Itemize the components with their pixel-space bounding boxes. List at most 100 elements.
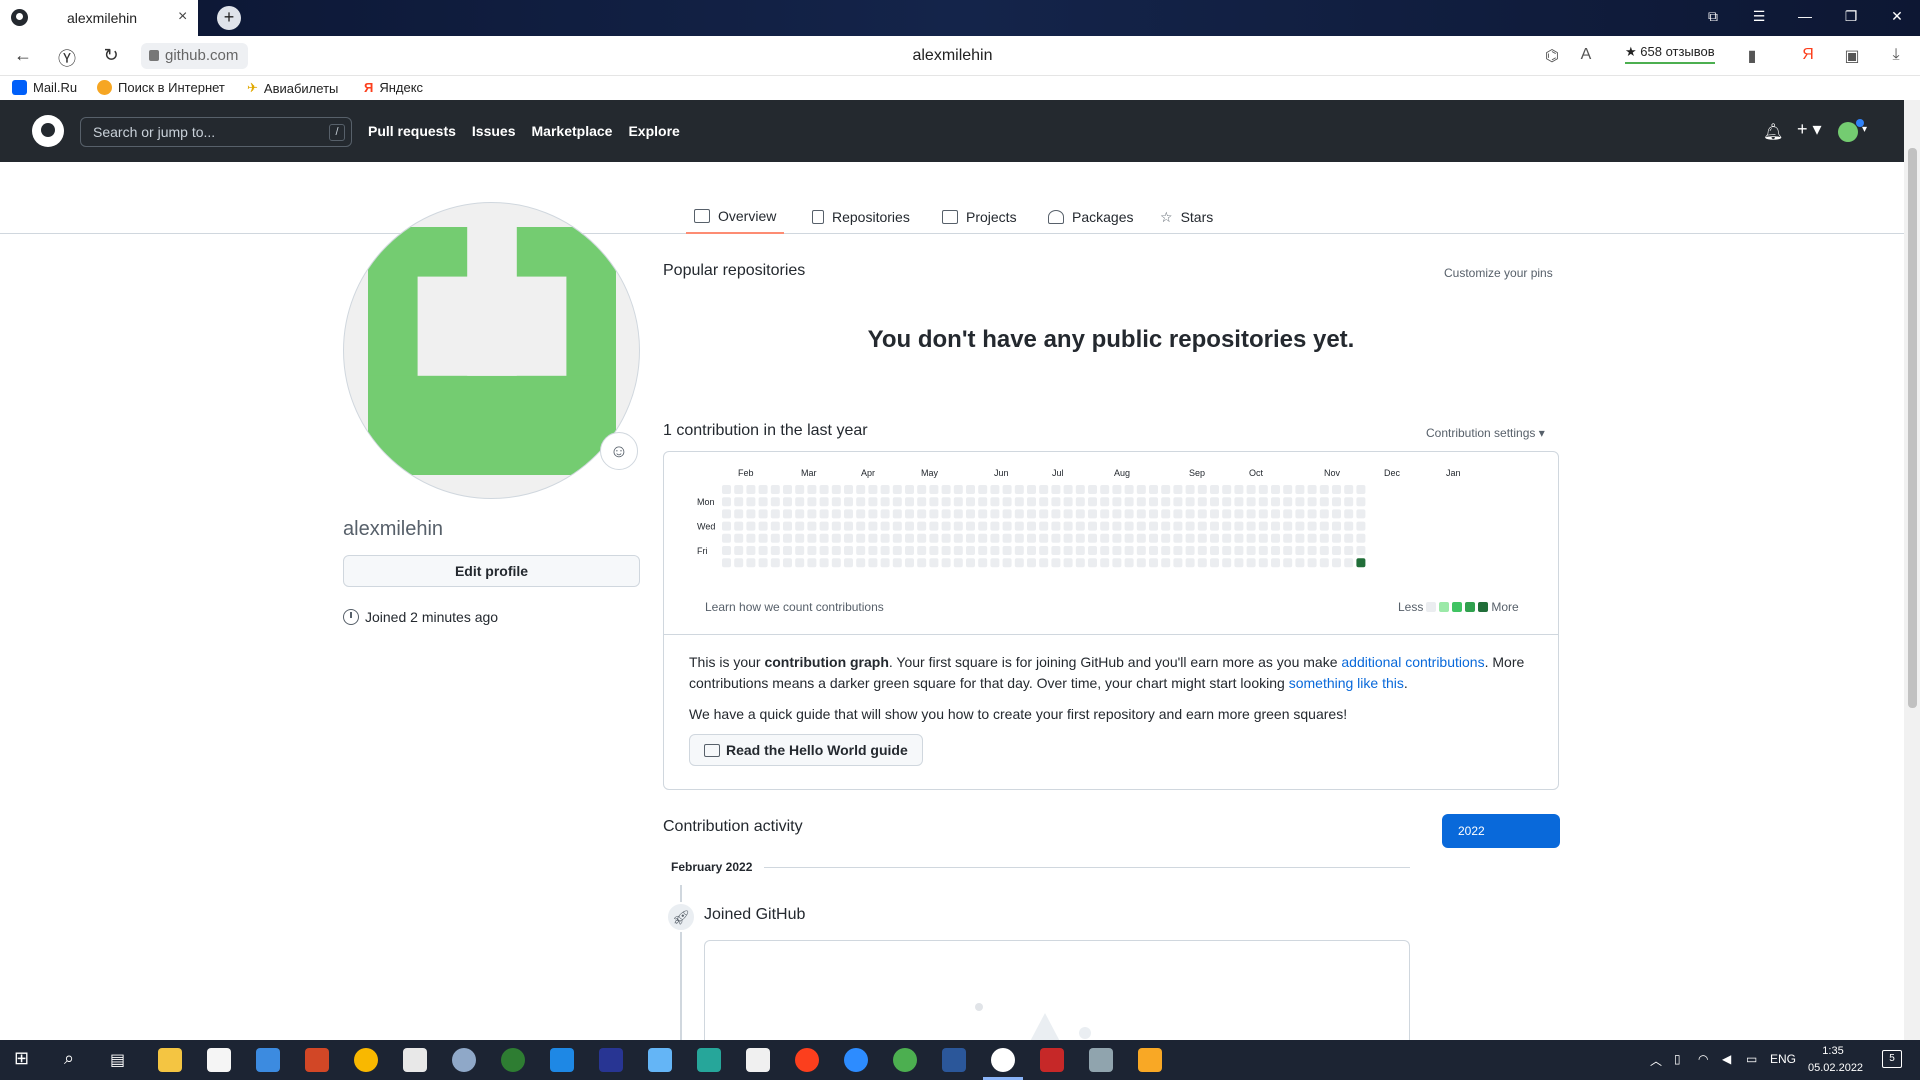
contribution-day-cell[interactable] (978, 497, 988, 507)
contribution-day-cell[interactable] (1319, 497, 1329, 507)
contribution-day-cell[interactable] (1222, 533, 1232, 543)
contribution-day-cell[interactable] (819, 533, 829, 543)
contribution-day-cell[interactable] (734, 533, 744, 543)
additional-contributions-link[interactable]: additional contributions (1341, 654, 1484, 670)
contribution-day-cell[interactable] (1027, 546, 1036, 555)
contribution-day-cell[interactable] (819, 509, 829, 519)
contribution-day-cell[interactable] (1136, 533, 1146, 543)
contribution-day-cell[interactable] (892, 509, 902, 519)
contribution-day-cell[interactable] (892, 558, 902, 568)
contribution-day-cell[interactable] (1100, 497, 1110, 507)
contribution-day-cell[interactable] (1014, 558, 1024, 568)
contribution-day-cell[interactable] (1149, 497, 1158, 507)
restore-icon[interactable]: ❐ (1842, 8, 1860, 25)
contribution-day-cell[interactable] (905, 546, 914, 555)
contribution-day-cell[interactable] (783, 546, 792, 555)
contribution-day-cell[interactable] (1039, 533, 1049, 543)
contribution-day-cell[interactable] (868, 521, 878, 531)
contribution-day-cell[interactable] (1027, 509, 1036, 519)
store-icon[interactable] (207, 1048, 231, 1072)
contribution-day-cell[interactable] (1185, 485, 1195, 494)
contribution-day-cell[interactable] (1271, 521, 1280, 531)
contribution-day-cell[interactable] (1222, 497, 1232, 507)
contribution-day-cell[interactable] (770, 558, 780, 568)
contribution-day-cell[interactable] (722, 533, 731, 543)
contribution-day-cell[interactable] (1112, 521, 1122, 531)
hello-world-guide-button[interactable]: Read the Hello World guide (689, 734, 923, 766)
contribution-day-cell[interactable] (1136, 497, 1146, 507)
contribution-day-cell[interactable] (1222, 521, 1232, 531)
contribution-day-cell[interactable] (966, 521, 975, 531)
contribution-day-cell[interactable] (1356, 558, 1366, 568)
contribution-day-cell[interactable] (1014, 521, 1024, 531)
contribution-day-cell[interactable] (1039, 546, 1049, 555)
system-clock[interactable]: 1:35 05.02.2022 (1808, 1043, 1863, 1077)
contribution-day-cell[interactable] (929, 546, 939, 555)
contribution-day-cell[interactable] (1002, 533, 1012, 543)
contribution-day-cell[interactable] (1124, 485, 1134, 494)
contribution-day-cell[interactable] (1197, 509, 1207, 519)
app-icon[interactable] (746, 1048, 770, 1072)
contribution-day-cell[interactable] (1124, 509, 1134, 519)
contribution-day-cell[interactable] (1234, 497, 1244, 507)
contribution-day-cell[interactable] (1283, 485, 1293, 494)
contribution-day-cell[interactable] (856, 558, 866, 568)
contribution-day-cell[interactable] (795, 497, 805, 507)
language-indicator[interactable]: ENG (1770, 1052, 1796, 1066)
contribution-day-cell[interactable] (978, 533, 988, 543)
contribution-day-cell[interactable] (1246, 558, 1256, 568)
device-icon[interactable]: ▯ (1674, 1052, 1681, 1066)
app-icon[interactable] (697, 1048, 721, 1072)
contribution-day-cell[interactable] (953, 521, 963, 531)
contribution-day-cell[interactable] (953, 558, 963, 568)
contribution-day-cell[interactable] (856, 497, 866, 507)
contribution-day-cell[interactable] (1210, 533, 1219, 543)
contribution-day-cell[interactable] (1063, 509, 1073, 519)
contribution-day-cell[interactable] (1014, 497, 1024, 507)
contribution-day-cell[interactable] (1246, 546, 1256, 555)
contribution-day-cell[interactable] (770, 509, 780, 519)
tab-repositories[interactable]: Repositories (804, 200, 918, 234)
contribution-day-cell[interactable] (1283, 558, 1293, 568)
customize-pins-link[interactable]: Customize your pins (1444, 266, 1553, 280)
contribution-day-cell[interactable] (1136, 485, 1146, 494)
contribution-day-cell[interactable] (819, 521, 829, 531)
browser-tab[interactable]: alexmilehin × (0, 0, 198, 36)
contribution-day-cell[interactable] (1295, 521, 1305, 531)
contribution-day-cell[interactable] (807, 546, 817, 555)
contribution-day-cell[interactable] (1185, 533, 1195, 543)
contribution-day-cell[interactable] (1319, 558, 1329, 568)
contribution-day-cell[interactable] (819, 485, 829, 494)
contribution-day-cell[interactable] (722, 497, 731, 507)
contribution-day-cell[interactable] (990, 509, 1000, 519)
contribution-day-cell[interactable] (905, 497, 914, 507)
contribution-day-cell[interactable] (978, 546, 988, 555)
contribution-day-cell[interactable] (722, 485, 731, 494)
yandex-icon[interactable]: Я (1798, 46, 1818, 64)
contribution-day-cell[interactable] (831, 497, 841, 507)
contribution-day-cell[interactable] (941, 546, 951, 555)
contribution-day-cell[interactable] (1295, 497, 1305, 507)
contribution-day-cell[interactable] (807, 509, 817, 519)
contribution-day-cell[interactable] (1258, 485, 1268, 494)
contribution-day-cell[interactable] (1088, 509, 1097, 519)
contribution-day-cell[interactable] (844, 485, 853, 494)
contribution-day-cell[interactable] (1100, 546, 1110, 555)
contribution-day-cell[interactable] (1344, 546, 1354, 555)
file-explorer-icon[interactable] (158, 1048, 182, 1072)
yandex-browser-icon[interactable] (991, 1048, 1015, 1072)
contribution-day-cell[interactable] (831, 509, 841, 519)
contribution-day-cell[interactable] (1124, 558, 1134, 568)
contribution-day-cell[interactable] (1039, 521, 1049, 531)
contribution-day-cell[interactable] (1307, 509, 1317, 519)
contribution-day-cell[interactable] (1246, 497, 1256, 507)
contribution-day-cell[interactable] (844, 558, 853, 568)
contribution-day-cell[interactable] (1258, 497, 1268, 507)
reader-icon[interactable]: A (1576, 46, 1596, 64)
contribution-day-cell[interactable] (1295, 509, 1305, 519)
contribution-day-cell[interactable] (1210, 485, 1219, 494)
contribution-day-cell[interactable] (868, 509, 878, 519)
windows-start-icon[interactable]: ⊞ (14, 1048, 29, 1069)
contribution-day-cell[interactable] (1234, 509, 1244, 519)
contribution-day-cell[interactable] (1185, 509, 1195, 519)
